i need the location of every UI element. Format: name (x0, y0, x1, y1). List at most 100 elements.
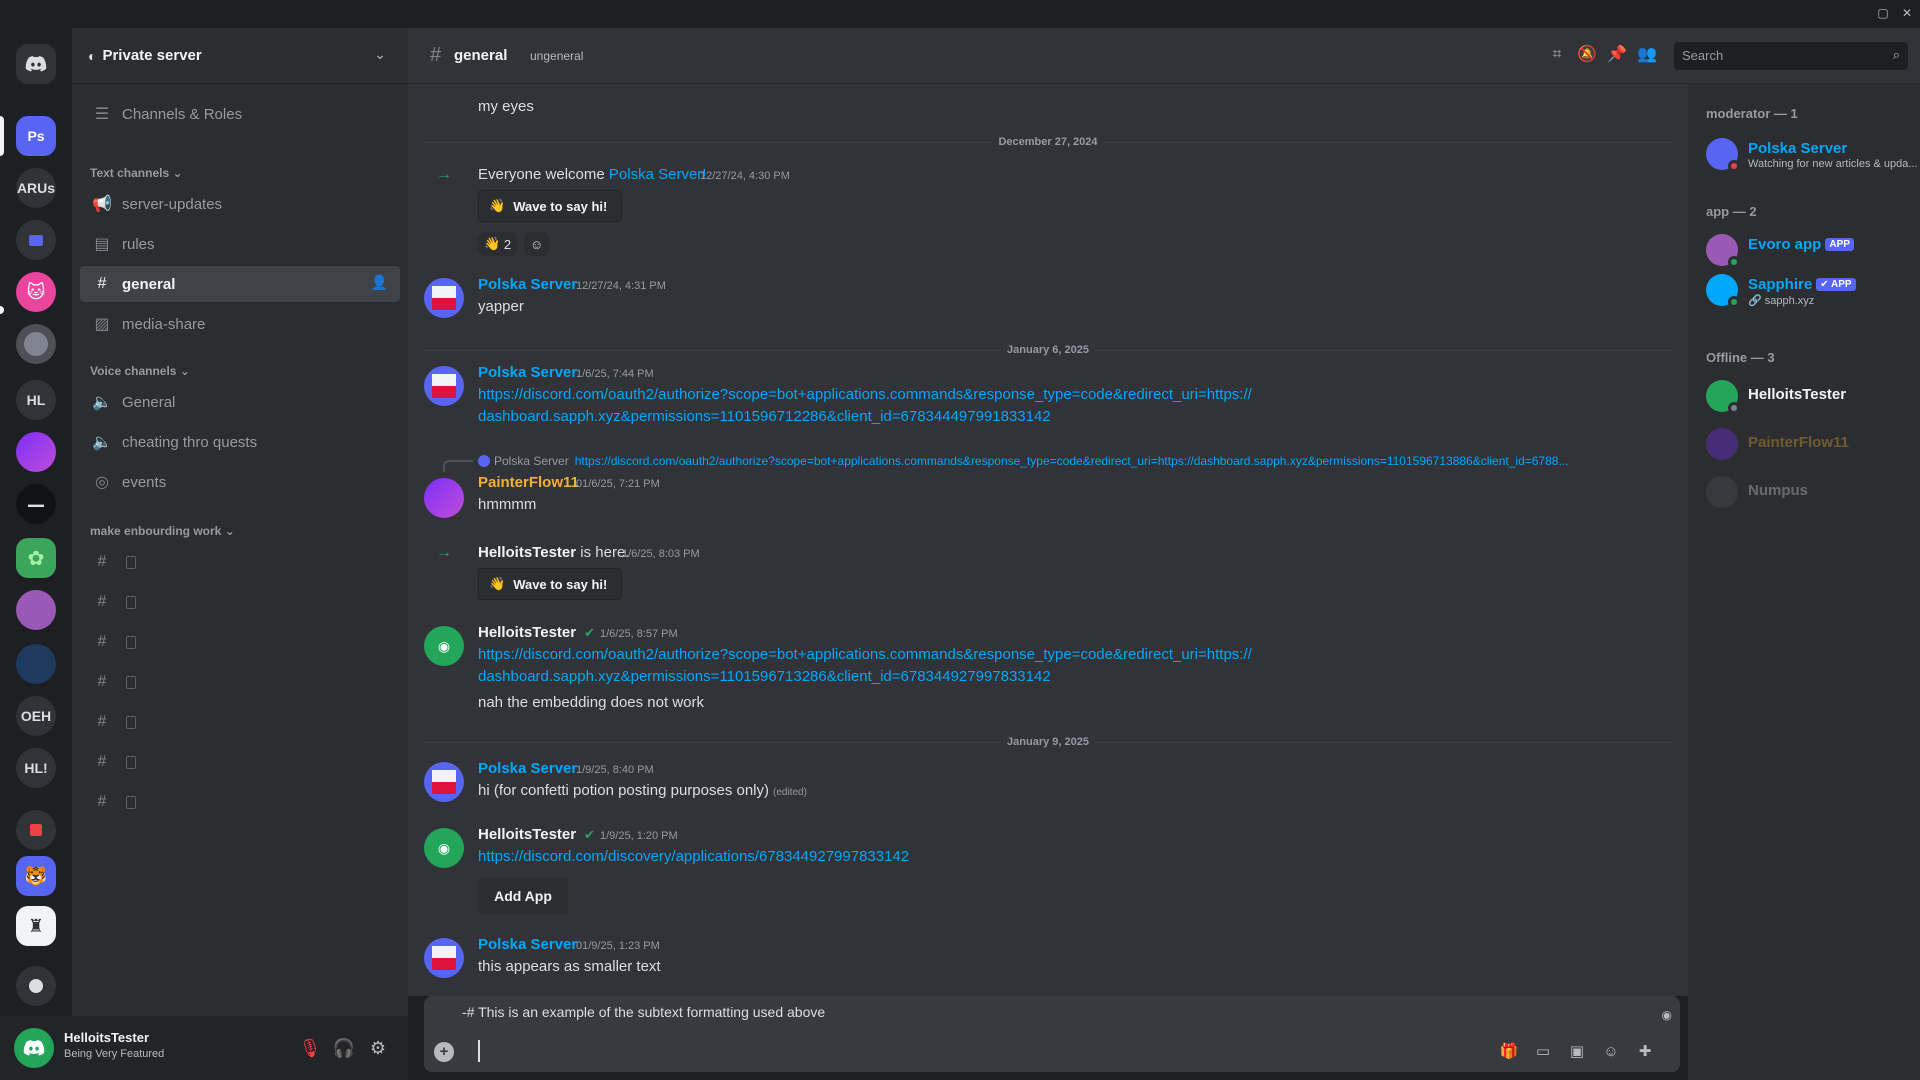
add-reaction-button[interactable]: ☺ (524, 232, 550, 256)
window-icon[interactable]: ▢ (1876, 6, 1890, 20)
server-ps[interactable]: Ps (16, 116, 56, 156)
message-author[interactable]: HelloitsTester ✔ (478, 826, 595, 843)
message-composer[interactable]: -# This is an example of the subtext for… (424, 996, 1680, 1072)
gear-icon[interactable]: ⚙ (366, 1036, 390, 1060)
voice-channel-quests[interactable]: 🔈 cheating thro quests (80, 424, 400, 460)
message-author[interactable]: Polska Server (478, 364, 577, 381)
server-red[interactable] (16, 810, 56, 850)
avatar[interactable]: ◉ (424, 626, 464, 666)
channel-rules[interactable]: ▤ rules (80, 226, 400, 262)
onboarding-channel[interactable]: # (80, 584, 400, 620)
home-button[interactable] (16, 44, 56, 84)
message-link[interactable]: dashboard.sapph.xyz&permissions=11015967… (478, 408, 1051, 425)
onboarding-channel[interactable]: # (80, 744, 400, 780)
gift-icon[interactable]: 🎁 (1498, 1042, 1520, 1062)
server-dark[interactable]: ▬▬ (16, 484, 56, 524)
member-item[interactable]: Evoro app APP (1706, 230, 1920, 272)
channel-media-share[interactable]: ▨ media-share (80, 306, 400, 342)
timestamp: 1/6/25, 8:03 PM (622, 548, 700, 560)
avatar[interactable]: ◉ (424, 828, 464, 868)
discover-button[interactable] (16, 966, 56, 1006)
server-avatar-1[interactable] (16, 324, 56, 364)
search-input[interactable]: Search ⌕ (1674, 42, 1908, 70)
channel-emoji-placeholder (126, 715, 136, 729)
member-item[interactable]: Polska Server Watching for new articles … (1706, 134, 1920, 176)
channels-roles-item[interactable]: ☰ Channels & Roles (80, 96, 400, 132)
message-author[interactable]: HelloitsTester ✔ (478, 624, 595, 641)
mute-mic-icon[interactable]: 🎙 (298, 1036, 322, 1060)
headphones-icon[interactable]: 🎧 (332, 1036, 356, 1060)
chevron-down-icon[interactable]: ⌄ (374, 46, 386, 63)
avatar[interactable] (424, 478, 464, 518)
wave-button[interactable]: 👋 Wave to say hi! (478, 568, 623, 600)
server-hl2[interactable]: HL! (16, 748, 56, 788)
message-author[interactable]: PainterFlow11 (478, 474, 579, 491)
channel-sidebar: ◐ Private server ⌄ ☰ Channels & Roles Te… (72, 28, 408, 1080)
server-cat[interactable]: 🐱 (16, 272, 56, 312)
message-link[interactable]: https://discord.com/oauth2/authorize?sco… (478, 386, 1252, 403)
message-link[interactable]: https://discord.com/oauth2/authorize?sco… (478, 646, 1252, 663)
join-username[interactable]: Polska Server! (609, 166, 707, 183)
member-item[interactable]: PainterFlow11 (1706, 424, 1920, 466)
voice-channel-general[interactable]: 🔈 General (80, 384, 400, 420)
user-avatar[interactable] (14, 1028, 54, 1068)
threads-icon[interactable]: ⌗ (1546, 44, 1568, 66)
server-oeh[interactable]: OEH (16, 696, 56, 736)
emoji-indicator-icon[interactable]: ◉ (1662, 1008, 1672, 1022)
notification-muted-icon[interactable]: 🔕 (1576, 44, 1598, 66)
category-onboarding[interactable]: make enbourding work ⌄ (90, 524, 235, 538)
category-text-channels[interactable]: Text channels ⌄ (90, 166, 183, 180)
member-list-icon[interactable]: 👥 (1636, 44, 1658, 66)
member-category: moderator — 1 (1706, 106, 1798, 121)
reaction-chip[interactable]: 👋 2 (478, 232, 518, 256)
message-link[interactable]: dashboard.sapph.xyz&permissions=11015967… (478, 668, 1051, 685)
server-tower[interactable]: ♜ (16, 906, 56, 946)
avatar[interactable] (424, 278, 464, 318)
avatar[interactable] (424, 938, 464, 978)
server-avatar-3[interactable] (16, 644, 56, 684)
category-voice-channels[interactable]: Voice channels ⌄ (90, 364, 190, 378)
member-activity: sapph.xyz (1764, 295, 1815, 307)
attach-plus-icon[interactable]: + (434, 1042, 454, 1062)
onboarding-channel[interactable]: # (80, 704, 400, 740)
onboarding-channel[interactable]: # (80, 664, 400, 700)
emoji-icon[interactable]: ☺ (1600, 1042, 1622, 1062)
onboarding-channel[interactable]: # (80, 624, 400, 660)
server-header[interactable]: ◐ Private server ⌄ (72, 28, 408, 84)
timestamp: 1/6/25, 8:57 PM (600, 628, 678, 640)
channel-general[interactable]: # general 👤 (80, 266, 400, 302)
server-hl[interactable]: HL (16, 380, 56, 420)
join-username[interactable]: HelloitsTester (478, 544, 576, 561)
message-author[interactable]: Polska Server (478, 276, 577, 293)
channel-events[interactable]: ◎ events (80, 464, 400, 500)
avatar[interactable] (424, 366, 464, 406)
member-item[interactable]: HelloitsTester (1706, 376, 1920, 418)
message-author[interactable]: Polska Server (478, 936, 577, 953)
onboarding-channel[interactable]: # (80, 544, 400, 580)
server-tiger[interactable]: 🐯 (16, 856, 56, 896)
wave-button[interactable]: 👋 Wave to say hi! (478, 190, 623, 222)
gif-icon[interactable]: ▭ (1532, 1042, 1554, 1062)
status-dot (1728, 402, 1740, 414)
server-arus[interactable]: ARUs (16, 168, 56, 208)
server-folder[interactable] (16, 220, 56, 260)
onboarding-channel[interactable]: # (80, 784, 400, 820)
channel-server-updates[interactable]: 📢 server-updates (80, 186, 400, 222)
member-item[interactable]: Numpus (1706, 472, 1920, 514)
message-link[interactable]: https://discord.com/discovery/applicatio… (478, 848, 909, 865)
message-text: my eyes (478, 98, 534, 115)
sticker-icon[interactable]: ▣ (1566, 1042, 1588, 1062)
member-item[interactable]: Sapphire ✔ APP 🔗 sapph.xyz (1706, 270, 1920, 312)
server-green[interactable]: ✿ (16, 538, 56, 578)
server-avatar-2[interactable] (16, 590, 56, 630)
pin-icon[interactable]: 📌 (1606, 44, 1628, 66)
reply-preview[interactable]: Polska Server https://discord.com/oauth2/… (478, 454, 1568, 468)
server-purple[interactable] (16, 432, 56, 472)
close-icon[interactable]: ✕ (1900, 6, 1914, 20)
add-app-button[interactable]: Add App (478, 878, 568, 914)
message-author[interactable]: Polska Server (478, 760, 577, 777)
add-member-icon[interactable]: 👤 (371, 274, 388, 291)
apps-icon[interactable]: ✚ (1634, 1042, 1656, 1062)
avatar[interactable] (424, 762, 464, 802)
server-image (24, 332, 48, 356)
